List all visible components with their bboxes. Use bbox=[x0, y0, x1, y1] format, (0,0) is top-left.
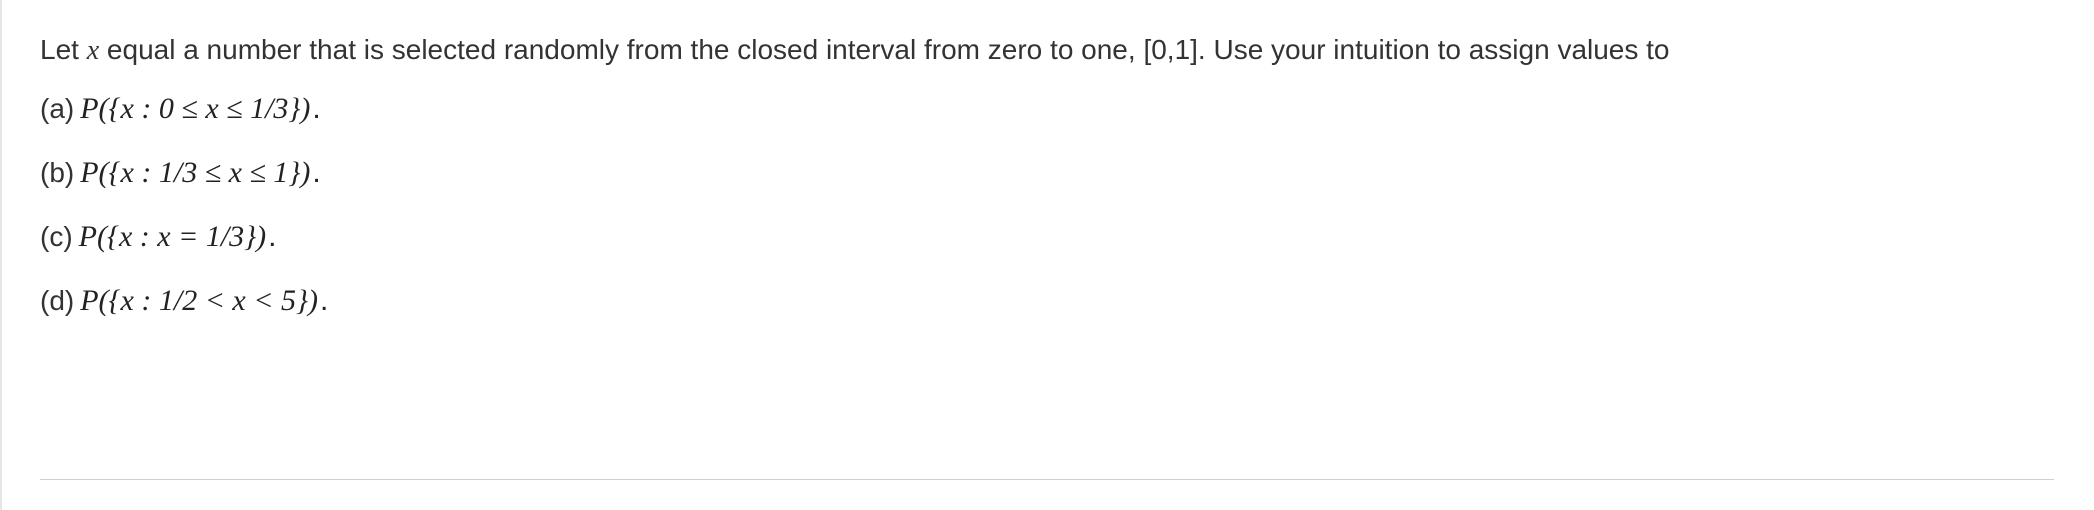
item-c: (c) P({x : x = 1/3}). bbox=[40, 216, 2054, 258]
item-c-label: (c) bbox=[40, 217, 73, 256]
intro-rest: equal a number that is selected randomly… bbox=[99, 34, 1669, 65]
item-c-expression: P({x : x = 1/3}). bbox=[79, 216, 277, 258]
item-a: (a) P({x : 0 ≤ x ≤ 1/3}). bbox=[40, 88, 2054, 130]
intro-prefix: Let bbox=[40, 34, 87, 65]
item-d: (d) P({x : 1/2 < x < 5}). bbox=[40, 280, 2054, 322]
intro-text: Let x equal a number that is selected ra… bbox=[40, 30, 2054, 70]
item-a-expression: P({x : 0 ≤ x ≤ 1/3}). bbox=[80, 88, 321, 130]
item-d-expression: P({x : 1/2 < x < 5}). bbox=[80, 280, 328, 322]
item-a-label: (a) bbox=[40, 89, 74, 128]
item-d-label: (d) bbox=[40, 281, 74, 320]
item-b-expression: P({x : 1/3 ≤ x ≤ 1}). bbox=[80, 152, 321, 194]
item-b-label: (b) bbox=[40, 153, 74, 192]
intro-variable: x bbox=[87, 35, 99, 66]
horizontal-rule bbox=[40, 479, 2054, 480]
item-b: (b) P({x : 1/3 ≤ x ≤ 1}). bbox=[40, 152, 2054, 194]
